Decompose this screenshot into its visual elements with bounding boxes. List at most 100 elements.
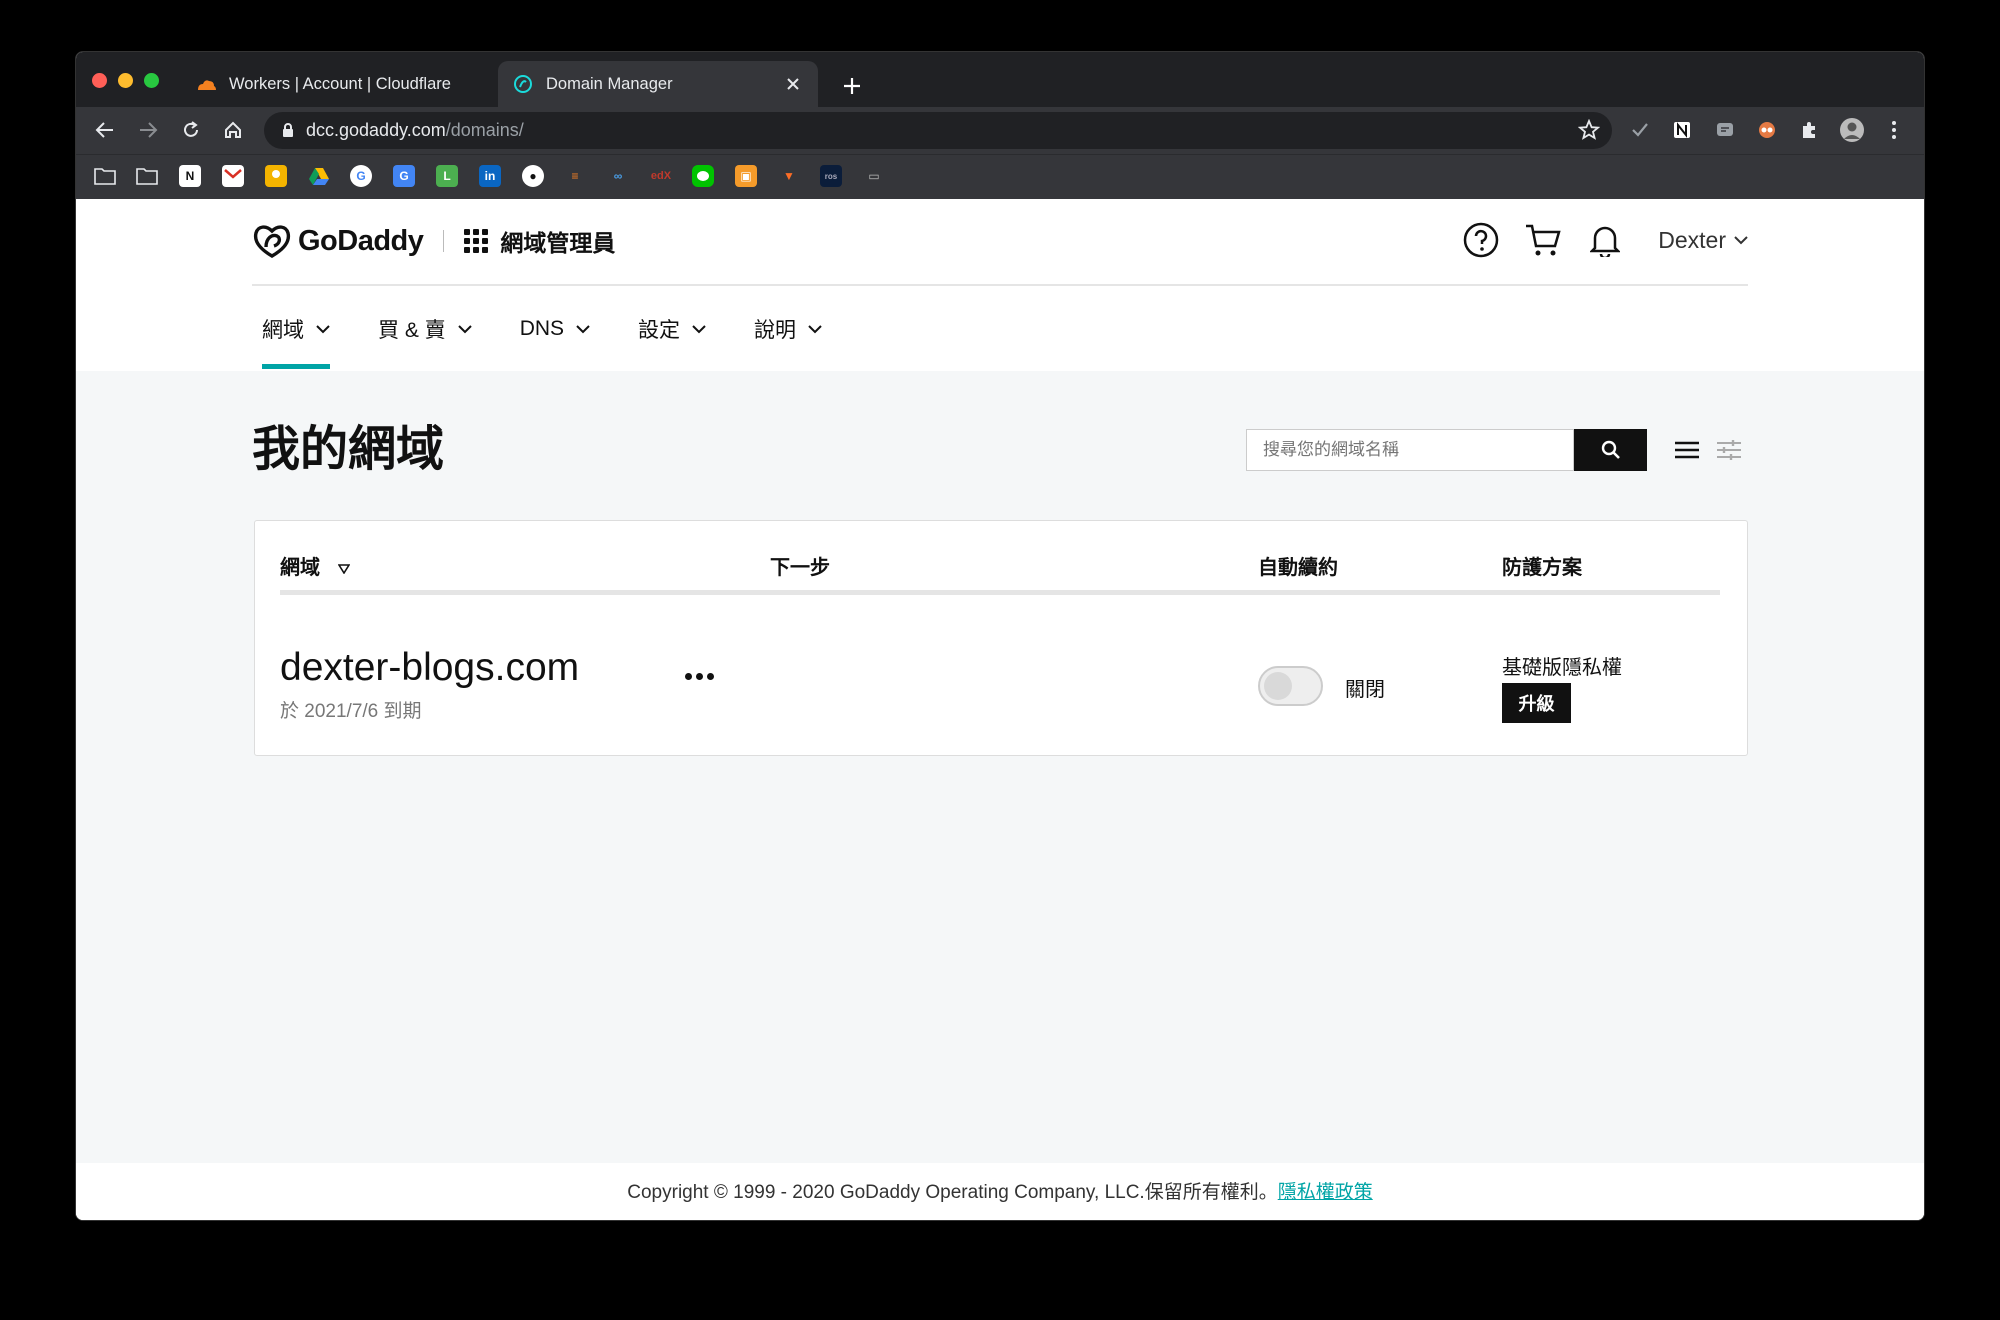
- search-icon: [1601, 440, 1620, 459]
- nav-item-label: 買 & 賣: [378, 319, 446, 342]
- linkedin-bookmark-icon[interactable]: in: [479, 165, 501, 187]
- chevron-down-icon: [1734, 235, 1748, 244]
- nav-item-domains[interactable]: 網域: [262, 309, 330, 369]
- infinity-bookmark-icon[interactable]: ∞: [607, 165, 629, 187]
- sort-triangle-icon: [337, 564, 351, 575]
- nav-item-label: 設定: [638, 319, 681, 342]
- bookmark-star-icon[interactable]: [1577, 118, 1601, 146]
- folder-bookmark-icon[interactable]: [94, 165, 116, 187]
- chevron-down-icon: [808, 324, 822, 333]
- nav-item-label: 網域: [262, 319, 304, 342]
- browser-chrome: Workers | Account | Cloudflare Domain Ma…: [76, 52, 1924, 199]
- maximize-window-button[interactable]: [144, 73, 159, 88]
- new-tab-button[interactable]: [836, 70, 868, 102]
- site-header: GoDaddy 網域管理員 Dexter 網域 買 & 賣 DNS 設定 說明: [76, 199, 1924, 371]
- brand-area: GoDaddy 網域管理員: [252, 223, 615, 259]
- nav-item-settings[interactable]: 設定: [638, 309, 706, 349]
- bell-icon[interactable]: [1586, 221, 1624, 259]
- github-bookmark-icon[interactable]: ●: [522, 165, 544, 187]
- tab-title: Workers | Account | Cloudflare: [229, 74, 451, 93]
- app-title: 網域管理員: [500, 230, 616, 256]
- nav-item-dns[interactable]: DNS: [520, 309, 590, 349]
- l-bookmark-icon[interactable]: L: [436, 165, 458, 187]
- header-divider: [280, 590, 1720, 595]
- plus-icon: [844, 78, 860, 94]
- notion-extension-icon[interactable]: [1668, 116, 1696, 144]
- drive-bookmark-icon[interactable]: [308, 165, 330, 187]
- chevron-down-icon: [576, 324, 590, 333]
- vr-bookmark-icon[interactable]: ▭: [863, 165, 885, 187]
- close-window-button[interactable]: [92, 73, 107, 88]
- domain-name-link[interactable]: dexter-blogs.com: [280, 646, 579, 690]
- brand-separator: [443, 230, 445, 252]
- puzzle-extensions-icon[interactable]: [1795, 116, 1823, 144]
- godaddy-icon: [512, 73, 534, 95]
- column-header-protection: 防護方案: [1502, 557, 1582, 579]
- arrow-right-icon: [140, 122, 158, 138]
- url-path: /domains/: [445, 120, 524, 140]
- user-name: Dexter: [1658, 226, 1726, 253]
- checkmark-extension-icon[interactable]: [1626, 116, 1654, 144]
- privacy-policy-link[interactable]: 隱私權政策: [1278, 1182, 1373, 1203]
- forward-button[interactable]: [133, 115, 163, 145]
- reload-button[interactable]: [176, 115, 206, 145]
- cloudflare-icon: [195, 73, 217, 95]
- stack-bookmark-icon[interactable]: ≡: [564, 165, 586, 187]
- auto-renew-toggle[interactable]: [1258, 666, 1323, 706]
- address-bar[interactable]: dcc.godaddy.com/domains/: [264, 112, 1612, 149]
- godaddy-logo-icon[interactable]: [252, 223, 292, 259]
- browser-window: Workers | Account | Cloudflare Domain Ma…: [75, 51, 1925, 1221]
- line-bookmark-icon[interactable]: [692, 165, 714, 187]
- gitlab-bookmark-icon[interactable]: ▼: [778, 165, 800, 187]
- chevron-down-icon: [316, 324, 330, 333]
- edx-bookmark-icon[interactable]: edX: [650, 165, 672, 187]
- upgrade-button[interactable]: 升級: [1502, 683, 1571, 723]
- main-nav: 網域 買 & 賣 DNS 設定 說明: [262, 309, 870, 369]
- aws-bookmark-icon[interactable]: ros: [820, 165, 842, 187]
- keep-bookmark-icon[interactable]: [265, 165, 287, 187]
- domain-search-field[interactable]: [1246, 429, 1574, 471]
- translate-bookmark-icon[interactable]: G: [393, 165, 415, 187]
- back-button[interactable]: [90, 115, 120, 145]
- user-menu[interactable]: Dexter: [1658, 227, 1748, 254]
- help-icon[interactable]: [1462, 221, 1500, 259]
- home-icon: [225, 121, 241, 138]
- list-view-icon[interactable]: [1672, 436, 1702, 464]
- lock-icon: [283, 123, 293, 137]
- reload-icon: [184, 121, 198, 137]
- protection-plan-name: 基礎版隱私權: [1502, 657, 1622, 679]
- gmail-bookmark-icon[interactable]: [222, 165, 244, 187]
- menu-kebab-icon[interactable]: [1880, 116, 1908, 144]
- minimize-window-button[interactable]: [118, 73, 133, 88]
- cart-icon[interactable]: [1524, 221, 1562, 259]
- domain-search-input[interactable]: [1263, 440, 1573, 460]
- tab-title: Domain Manager: [546, 74, 673, 93]
- folder-bookmark-icon[interactable]: [136, 165, 158, 187]
- copyright-text: Copyright © 1999 - 2020 GoDaddy Operatin…: [627, 1182, 1278, 1203]
- browser-tab-domain-manager[interactable]: Domain Manager: [498, 61, 818, 107]
- close-tab-icon[interactable]: [782, 73, 804, 95]
- nav-item-help[interactable]: 說明: [754, 309, 822, 349]
- box-bookmark-icon[interactable]: ▣: [735, 165, 757, 187]
- eyes-extension-icon[interactable]: [1753, 116, 1781, 144]
- page-title: 我的網域: [252, 423, 445, 476]
- nav-item-buy-sell[interactable]: 買 & 賣: [378, 309, 472, 349]
- profile-avatar-icon[interactable]: [1838, 116, 1866, 144]
- home-button[interactable]: [218, 115, 248, 145]
- chevron-down-icon: [692, 324, 706, 333]
- search-button[interactable]: [1574, 429, 1647, 471]
- filter-sliders-icon[interactable]: [1714, 436, 1744, 464]
- more-actions-icon[interactable]: [685, 666, 715, 686]
- chat-extension-icon[interactable]: [1711, 116, 1739, 144]
- domains-table: 網域 下一步 自動續約 防護方案 dexter-blogs.com 於 2021…: [254, 520, 1748, 756]
- apps-grid-icon[interactable]: [464, 229, 489, 253]
- column-header-next-step: 下一步: [770, 557, 830, 579]
- bookmarks-bar: N G G L in ● ≡ ∞ edX ▣ ▼ ros ▭: [76, 154, 1924, 199]
- notion-bookmark-icon[interactable]: N: [179, 165, 201, 187]
- window-controls: [92, 73, 159, 88]
- column-header-domain[interactable]: 網域: [280, 551, 351, 580]
- brand-name[interactable]: GoDaddy: [298, 225, 424, 258]
- nav-item-label: 說明: [754, 319, 797, 342]
- google-bookmark-icon[interactable]: G: [350, 165, 372, 187]
- page-content: GoDaddy 網域管理員 Dexter 網域 買 & 賣 DNS 設定 說明 …: [76, 199, 1924, 1220]
